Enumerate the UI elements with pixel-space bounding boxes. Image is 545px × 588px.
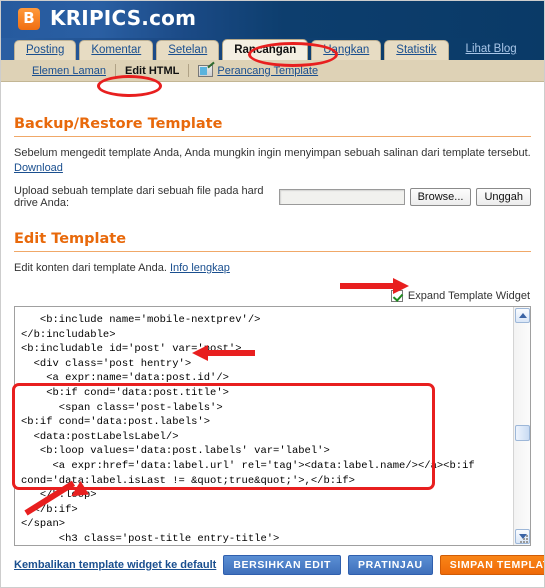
- edit-description-text: Edit konten dari template Anda.: [14, 262, 167, 274]
- resize-grip-icon[interactable]: [520, 535, 529, 544]
- template-code-editor[interactable]: <b:include name='mobile-nextprev'/> </b:…: [14, 306, 531, 546]
- info-lengkap-link[interactable]: Info lengkap: [170, 262, 230, 274]
- main-tab-strip: Posting Komentar Setelan Rancangan Uangk…: [0, 38, 545, 60]
- blog-title: KRIPICS.com: [50, 6, 197, 30]
- tab-posting[interactable]: Posting: [14, 40, 77, 60]
- template-designer-icon: [198, 64, 214, 77]
- tab-rancangan[interactable]: Rancangan: [222, 39, 309, 60]
- clear-edits-button[interactable]: BERSIHKAN EDIT: [223, 555, 341, 575]
- sub-navigation: Elemen Laman Edit HTML Perancang Templat…: [0, 60, 545, 82]
- code-editor-scrollbar[interactable]: [513, 307, 530, 545]
- upload-template-row: Upload sebuah template dari sebuah file …: [14, 185, 531, 209]
- tab-setelan[interactable]: Setelan: [156, 40, 220, 60]
- link-lihat-blog[interactable]: Lihat Blog: [452, 40, 528, 60]
- expand-template-widget-row[interactable]: Expand Template Widget: [14, 290, 531, 302]
- backup-description: Sebelum mengedit template Anda, Anda mun…: [14, 146, 531, 176]
- edit-heading-rule: [14, 251, 531, 252]
- page-content: Backup/Restore Template Sebelum mengedit…: [0, 82, 545, 546]
- tab-komentar[interactable]: Komentar: [79, 40, 154, 60]
- backup-heading-rule: [14, 136, 531, 137]
- template-code-text[interactable]: <b:include name='mobile-nextprev'/> </b:…: [15, 307, 513, 545]
- blogger-logo-letter: B: [23, 9, 35, 27]
- download-template-link[interactable]: Download: [14, 162, 63, 174]
- upload-button[interactable]: Unggah: [476, 188, 531, 206]
- backup-restore-heading: Backup/Restore Template: [14, 116, 223, 132]
- tab-uangkan[interactable]: Uangkan: [311, 40, 382, 60]
- editor-footer: Kembalikan template widget ke default BE…: [0, 546, 545, 575]
- subnav-divider-1: [115, 64, 116, 77]
- blogger-logo-icon: B: [18, 8, 40, 30]
- expand-template-widget-checkbox[interactable]: [390, 290, 403, 302]
- browse-button[interactable]: Browse...: [409, 188, 472, 206]
- scroll-up-arrow-icon[interactable]: [515, 308, 530, 323]
- subnav-item-edit-html[interactable]: Edit HTML: [125, 65, 179, 77]
- expand-template-widget-label: Expand Template Widget: [407, 290, 530, 302]
- edit-description: Edit konten dari template Anda. Info len…: [14, 261, 531, 276]
- backup-description-text: Sebelum mengedit template Anda, Anda mun…: [14, 147, 531, 159]
- app-header: B KRIPICS.com: [0, 0, 545, 38]
- template-file-input[interactable]: [278, 189, 405, 205]
- subnav-item-perancang-template[interactable]: Perancang Template: [217, 65, 318, 77]
- tab-statistik[interactable]: Statistik: [384, 40, 449, 60]
- scrollbar-thumb[interactable]: [515, 425, 530, 441]
- preview-button[interactable]: PRATINJAU: [348, 555, 433, 575]
- edit-template-heading: Edit Template: [14, 231, 127, 247]
- upload-label: Upload sebuah template dari sebuah file …: [14, 185, 264, 209]
- subnav-item-elemen-laman[interactable]: Elemen Laman: [32, 65, 106, 77]
- subnav-divider-2: [188, 64, 190, 77]
- save-template-button[interactable]: SIMPAN TEMPLATE: [439, 555, 545, 575]
- restore-default-widget-link[interactable]: Kembalikan template widget ke default: [14, 559, 216, 571]
